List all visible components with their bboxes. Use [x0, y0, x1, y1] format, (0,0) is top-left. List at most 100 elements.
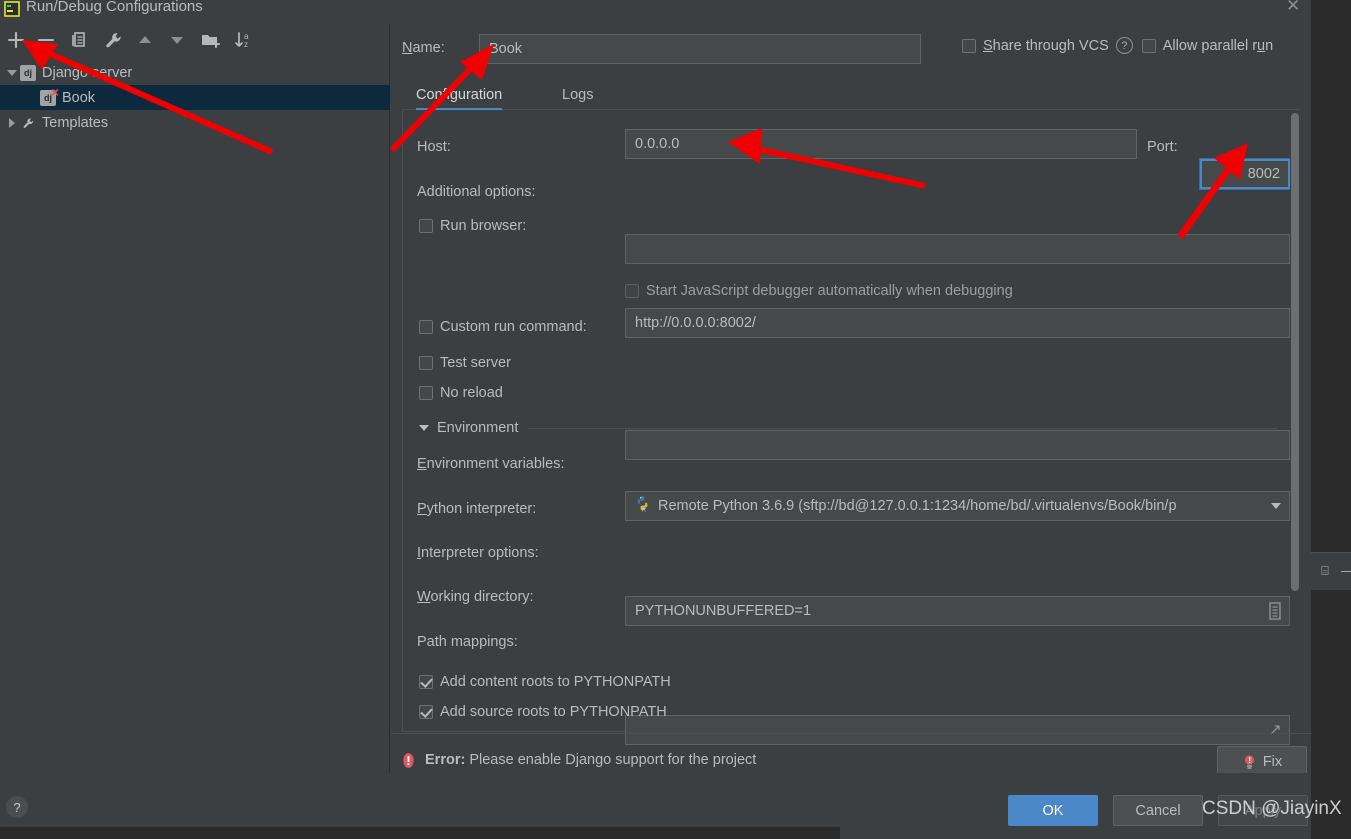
dialog-bottom-edge	[0, 827, 840, 839]
add-content-roots-label: Add content roots to PYTHONPATH	[440, 674, 671, 690]
interpreter-options-label: Interpreter options:	[417, 545, 539, 561]
ide-background-lower	[1311, 590, 1351, 839]
add-source-roots-checkbox[interactable]	[419, 705, 433, 719]
js-debugger-row: Start JavaScript debugger automatically …	[625, 283, 1013, 299]
js-debugger-label: Start JavaScript debugger automatically …	[646, 283, 1013, 299]
configuration-scrollbar[interactable]	[1290, 110, 1300, 732]
custom-run-command-label: Custom run command:	[440, 319, 587, 335]
no-reload-checkbox[interactable]	[419, 386, 433, 400]
port-input[interactable]	[1199, 158, 1291, 190]
add-configuration-button[interactable]	[4, 28, 28, 52]
env-vars-field-wrap	[625, 596, 1290, 626]
tree-item-label: Book	[62, 89, 96, 106]
test-server-label: Test server	[440, 355, 511, 371]
allow-parallel-run-checkbox[interactable]	[1141, 38, 1156, 53]
host-field-wrap	[625, 129, 1137, 159]
svg-text:R: R	[642, 507, 647, 512]
run-browser-row: Run browser:	[419, 218, 526, 234]
help-button[interactable]: ?	[6, 796, 28, 818]
remote-python-icon: R	[634, 495, 651, 517]
tree-item-django-server[interactable]: dj Django server	[0, 60, 390, 85]
section-divider	[528, 427, 1277, 429]
tree-item-label: Templates	[42, 114, 109, 131]
cancel-button[interactable]: Cancel	[1113, 795, 1203, 826]
host-label: Host:	[417, 139, 451, 155]
configurations-toolbar: a z	[0, 24, 390, 56]
dialog-titlebar: Run/Debug Configurations ✕	[0, 0, 1311, 24]
move-down-button[interactable]	[165, 28, 189, 52]
dialog-title: Run/Debug Configurations	[26, 0, 203, 15]
error-icon	[400, 752, 417, 769]
additional-options-label: Additional options:	[417, 184, 536, 200]
ide-background-glyph-2: —	[1341, 563, 1351, 578]
js-debugger-checkbox[interactable]	[625, 284, 639, 298]
chevron-down-icon[interactable]	[1271, 503, 1281, 509]
name-row: Name: Share through VCS ? Allow parallel…	[402, 34, 1302, 66]
sort-configurations-button[interactable]: a z	[231, 28, 255, 52]
name-input[interactable]	[479, 34, 921, 64]
configurations-tree: dj Django server dj Book	[0, 60, 390, 135]
configuration-editor-pane: Name: Share through VCS ? Allow parallel…	[391, 24, 1311, 819]
error-prefix: Error:	[425, 752, 466, 768]
run-browser-url-input[interactable]	[625, 308, 1290, 338]
port-field-wrap	[1199, 158, 1291, 190]
tree-item-templates[interactable]: Templates	[0, 110, 390, 135]
question-mark-icon[interactable]: ?	[1115, 37, 1133, 54]
django-error-icon: dj	[40, 85, 59, 106]
new-folder-button[interactable]	[198, 28, 222, 52]
ide-background-strip	[1311, 0, 1351, 552]
remove-configuration-button[interactable]	[34, 28, 58, 52]
pycharm-icon	[4, 1, 20, 17]
run-browser-label: Run browser:	[440, 218, 527, 234]
scrollbar-thumb[interactable]	[1291, 113, 1299, 591]
path-mappings-label: Path mappings:	[417, 634, 518, 650]
python-interpreter-value: Remote Python 3.6.9 (sftp://bd@127.0.0.1…	[658, 498, 1177, 514]
share-through-vcs-checkbox[interactable]	[962, 38, 976, 53]
environment-section-header[interactable]: Environment	[419, 420, 1277, 436]
share-through-vcs-label: Share through VCS	[983, 37, 1109, 54]
host-input[interactable]	[625, 129, 1137, 159]
add-content-roots-row: Add content roots to PYTHONPATH	[419, 674, 671, 690]
chevron-right-icon[interactable]	[4, 115, 20, 131]
vcs-options-group: Share through VCS ? Allow parallel run	[962, 37, 1273, 54]
name-label: Name:	[402, 40, 445, 56]
edit-templates-button[interactable]	[101, 28, 125, 52]
svg-text:z: z	[244, 40, 248, 49]
run-browser-checkbox[interactable]	[419, 219, 433, 233]
copy-configuration-button[interactable]	[68, 28, 92, 52]
add-source-roots-label: Add source roots to PYTHONPATH	[440, 704, 667, 720]
list-edit-icon[interactable]	[1265, 601, 1285, 621]
env-vars-input[interactable]	[625, 596, 1290, 626]
close-icon[interactable]: ✕	[1286, 0, 1300, 16]
custom-run-command-checkbox[interactable]	[419, 320, 433, 334]
move-up-button[interactable]	[133, 28, 157, 52]
django-icon: dj	[20, 64, 36, 81]
additional-options-field-wrap	[625, 234, 1290, 264]
working-directory-label-wrap: Working directory:	[417, 588, 534, 606]
no-reload-row: No reload	[419, 385, 503, 401]
port-label-wrap: Port:	[1147, 138, 1178, 156]
configurations-tree-pane: a z dj Django server dj Book	[0, 24, 390, 773]
additional-options-input[interactable]	[625, 234, 1290, 264]
tab-configuration[interactable]: Configuration	[416, 80, 503, 111]
test-server-checkbox[interactable]	[419, 356, 433, 370]
chevron-down-icon[interactable]	[419, 425, 429, 431]
tree-item-book[interactable]: dj Book	[0, 85, 390, 110]
additional-options-label-wrap: Additional options:	[417, 183, 536, 201]
environment-section-label: Environment	[437, 420, 519, 436]
python-interpreter-combobox[interactable]: R Remote Python 3.6.9 (sftp://bd@127.0.0…	[625, 491, 1290, 521]
add-source-roots-row: Add source roots to PYTHONPATH	[419, 704, 667, 720]
ok-button[interactable]: OK	[1008, 795, 1098, 826]
port-label: Port:	[1147, 139, 1178, 155]
tree-item-label: Django server	[42, 64, 133, 81]
tab-logs[interactable]: Logs	[562, 80, 593, 110]
lightbulb-error-icon	[1244, 754, 1254, 769]
error-message: Error: Please enable Django support for …	[425, 752, 756, 768]
chevron-down-icon[interactable]	[4, 65, 20, 81]
fix-button-label: Fix	[1262, 754, 1283, 770]
run-browser-url-wrap	[625, 308, 1290, 338]
ide-background-glyph: ⌸	[1321, 563, 1329, 578]
working-directory-label: Working directory:	[417, 589, 534, 605]
add-content-roots-checkbox[interactable]	[419, 675, 433, 689]
